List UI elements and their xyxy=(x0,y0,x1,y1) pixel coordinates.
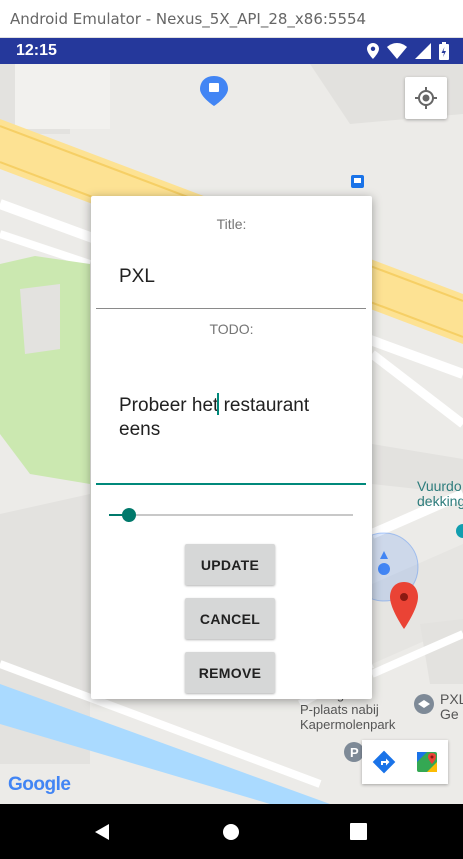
google-maps-icon xyxy=(416,752,437,772)
title-input-value: PXL xyxy=(119,266,155,287)
parking-label: Kapermolenpark xyxy=(300,717,396,732)
back-icon[interactable] xyxy=(93,823,111,841)
directions-button[interactable] xyxy=(362,740,405,784)
priority-slider[interactable] xyxy=(109,505,353,525)
maps-toolbar xyxy=(362,740,448,784)
status-time: 12:15 xyxy=(16,42,57,59)
todo-label: TODO: xyxy=(209,321,254,337)
open-maps-button[interactable] xyxy=(405,740,448,784)
remove-button[interactable]: REMOVE xyxy=(185,652,275,693)
todo-input[interactable]: Probeer het restaurant eens xyxy=(96,356,366,485)
todo-text-before-cursor: Probeer het xyxy=(119,395,219,416)
directions-icon xyxy=(372,750,395,774)
slider-thumb[interactable] xyxy=(121,508,136,522)
my-location-button[interactable] xyxy=(405,77,447,119)
status-bar: 12:15 xyxy=(0,38,463,64)
update-button[interactable]: UPDATE xyxy=(185,544,275,585)
google-logo: Google xyxy=(8,774,71,796)
pxl-label: Ge xyxy=(440,706,459,722)
parking-label: P-plaats nabij xyxy=(300,702,379,717)
title-input[interactable]: PXL xyxy=(96,246,366,309)
svg-text:P: P xyxy=(350,745,359,760)
google-logo-text: Google xyxy=(8,774,71,795)
home-icon[interactable] xyxy=(222,823,240,841)
recents-icon[interactable] xyxy=(350,823,367,840)
signal-icon xyxy=(415,43,431,59)
navigation-bar xyxy=(0,804,463,859)
emulator-title-bar: Android Emulator - Nexus_5X_API_28_x86:5… xyxy=(0,0,463,38)
pxl-label: PXL xyxy=(440,691,463,707)
title-label: Title: xyxy=(216,216,247,232)
slider-track xyxy=(109,514,353,516)
window-title: Android Emulator - Nexus_5X_API_28_x86:5… xyxy=(10,10,367,28)
battery-icon xyxy=(439,42,449,60)
poi-label: dekkingsfesti xyxy=(417,493,463,509)
cancel-button[interactable]: CANCEL xyxy=(185,598,275,639)
todo-dialog: Title: PXL TODO: Probeer het restaurant … xyxy=(91,196,372,699)
poi-label: Vuurdo xyxy=(417,478,462,494)
my-location-icon xyxy=(415,87,437,109)
wifi-icon xyxy=(387,43,407,59)
location-icon xyxy=(367,43,379,59)
